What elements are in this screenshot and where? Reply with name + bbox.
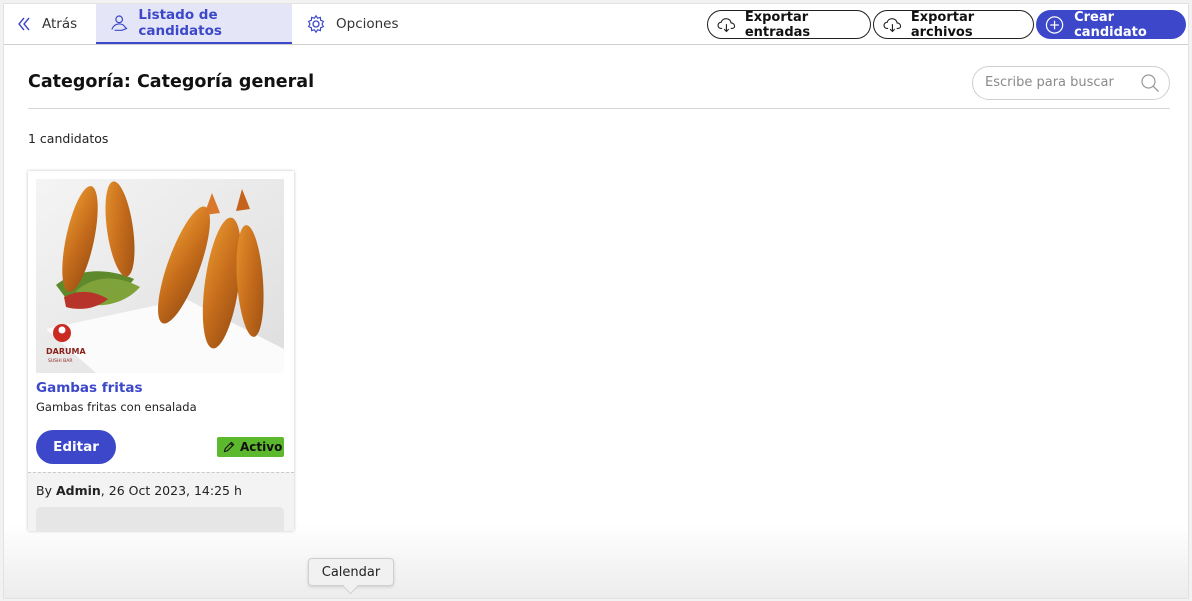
tab-options[interactable]: Opciones: [306, 4, 399, 44]
export-files-button[interactable]: Exportar archivos: [873, 9, 1034, 40]
meta-date: , 26 Oct 2023, 14:25 h: [100, 483, 242, 498]
candidate-count: 1 candidatos: [28, 131, 109, 146]
export-entries-button[interactable]: Exportar entradas: [707, 9, 871, 40]
user-hand-icon: [111, 15, 128, 31]
pencil-icon: [223, 441, 235, 453]
export-entries-label: Exportar entradas: [744, 9, 811, 40]
calendar-tooltip: Calendar: [308, 558, 394, 586]
back-label: Atrás: [42, 16, 78, 32]
candidate-meta: By Admin, 26 Oct 2023, 14:25 h: [36, 483, 242, 498]
plus-circle-icon: [1045, 15, 1064, 34]
candidate-title[interactable]: Gambas fritas: [36, 380, 143, 396]
logo-subtext: SUSHI BAR: [48, 358, 72, 364]
app-window: Atrás Listado de candidatos Opciones Exp…: [3, 3, 1189, 599]
search-box[interactable]: [972, 66, 1170, 100]
back-button[interactable]: Atrás: [16, 4, 77, 44]
search-input[interactable]: [985, 75, 1135, 90]
top-toolbar: Atrás Listado de candidatos Opciones Exp…: [4, 4, 1188, 45]
meta-prefix: By: [36, 483, 56, 498]
cloud-download-icon: [883, 17, 902, 32]
page-title: Categoría: Categoría general: [28, 72, 315, 92]
candidate-card: DARUMA SUSHI BAR Gambas fritas Gambas fr…: [28, 171, 294, 531]
candidate-description: Gambas fritas con ensalada: [36, 400, 197, 414]
double-chevron-left-icon: [18, 17, 30, 31]
create-candidate-label: Crear candidato: [1074, 9, 1147, 40]
logo-text: DARUMA: [46, 347, 86, 356]
create-candidate-button[interactable]: Crear candidato: [1036, 9, 1186, 40]
title-divider: [28, 108, 1170, 109]
export-files-label: Exportar archivos: [910, 9, 975, 40]
tab-options-label: Opciones: [336, 16, 399, 32]
tab-candidate-list-label: Listado de candidatos: [138, 7, 222, 39]
cloud-download-icon: [717, 17, 736, 32]
meta-author: Admin: [55, 483, 101, 498]
candidate-image[interactable]: DARUMA SUSHI BAR: [36, 179, 284, 373]
bottom-fade-overlay: [4, 524, 1188, 598]
status-label: Activo: [240, 440, 283, 454]
status-badge[interactable]: Activo: [217, 437, 284, 457]
gear-icon: [307, 14, 325, 34]
card-footer: By Admin, 26 Oct 2023, 14:25 h: [28, 472, 294, 531]
search-icon[interactable]: [1140, 73, 1160, 93]
tab-candidate-list[interactable]: Listado de candidatos: [96, 4, 292, 44]
fried-shrimp-photo: DARUMA SUSHI BAR: [36, 179, 284, 373]
edit-button[interactable]: Editar: [36, 430, 116, 464]
